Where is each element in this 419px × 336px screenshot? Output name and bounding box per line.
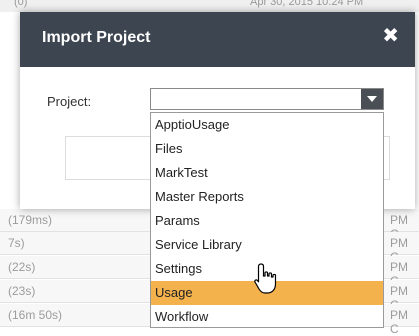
close-icon[interactable]: ✖ (382, 26, 399, 46)
project-label: Project: (47, 94, 92, 109)
option-label: Workflow (155, 309, 209, 324)
background-timestamp: Apr 30, 2015 10:24 PM (250, 0, 364, 8)
row-duration: (179ms) (8, 213, 53, 227)
background-header-row: (0) Apr 30, 2015 10:24 PM (0, 0, 419, 12)
row-time: PM C (390, 308, 408, 336)
background-duration: (0) (14, 0, 28, 8)
row-duration: (23s) (8, 284, 36, 298)
option-label: Service Library (155, 237, 242, 252)
option-label: MarkTest (155, 165, 208, 180)
chevron-down-icon[interactable] (361, 89, 383, 109)
row-duration: 7s) (8, 236, 25, 250)
option-label: Settings (155, 261, 202, 276)
project-select[interactable] (150, 88, 384, 110)
option-label: Usage (155, 285, 193, 300)
option-label: Params (155, 213, 200, 228)
hand-pointer-icon (254, 263, 277, 294)
option-label: ApptioUsage (155, 117, 230, 132)
dropdown-option[interactable]: Service Library (151, 233, 383, 257)
option-label: Files (155, 141, 183, 156)
row-duration: (22s) (8, 260, 36, 274)
dropdown-option[interactable]: ApptioUsage (151, 113, 383, 137)
dropdown-option[interactable]: Files (151, 137, 383, 161)
dialog-title: Import Project (42, 29, 151, 46)
dropdown-option[interactable]: MarkTest (151, 161, 383, 185)
option-label: Master Reports (155, 189, 244, 204)
dialog-header: Import Project ✖ (20, 12, 415, 67)
dropdown-option[interactable]: Workflow (151, 305, 383, 329)
row-duration: (16m 50s) (8, 308, 63, 322)
dropdown-option[interactable]: Params (151, 209, 383, 233)
dropdown-option[interactable]: Master Reports (151, 185, 383, 209)
